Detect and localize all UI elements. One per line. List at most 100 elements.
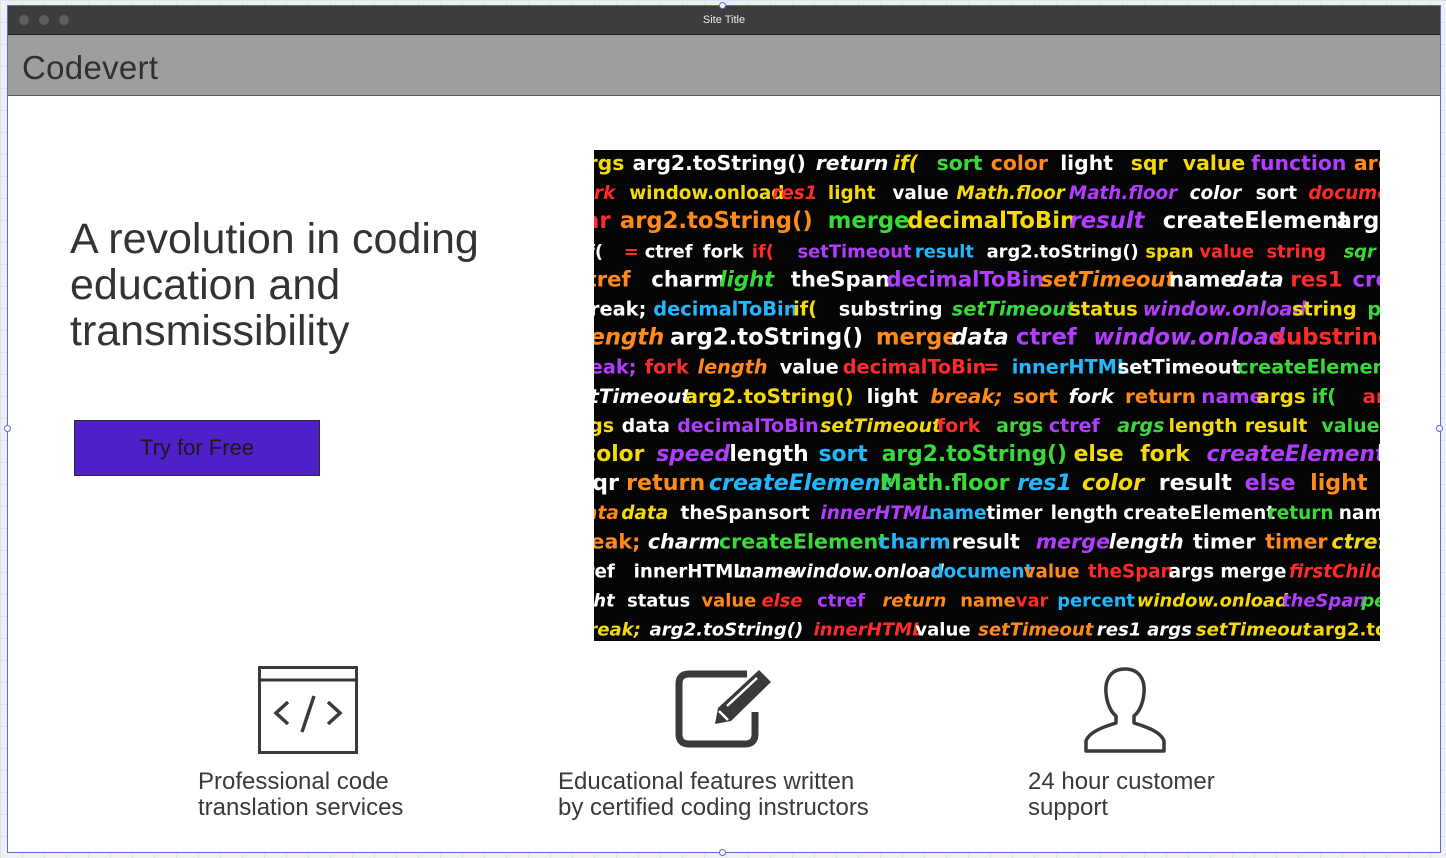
code-token: firstChild [1289, 561, 1380, 582]
code-token: data [951, 325, 1009, 351]
code-token: break; [594, 356, 636, 379]
code-token: substring [1273, 325, 1380, 351]
code-window-icon [258, 666, 358, 759]
code-token: result [915, 241, 974, 262]
code-token: args [996, 415, 1043, 437]
code-token: theSpan [681, 503, 768, 524]
code-token: ctref [817, 591, 865, 612]
code-token: arg2.toString() [670, 325, 863, 351]
code-image-art: args arg2.toString() return if( sort color lig… [594, 151, 1381, 641]
code-token: setTimeout [1196, 620, 1313, 641]
code-token: color [1190, 183, 1243, 204]
code-token: theSpan [791, 266, 890, 291]
code-token: name [929, 503, 986, 524]
code-token: innerHTML [634, 561, 746, 582]
code-token: setTimeout [978, 620, 1095, 641]
site-header: Codevert [8, 35, 1440, 96]
code-token: color [594, 442, 645, 467]
title-bar: Site Title [8, 6, 1440, 35]
code-token: arg2.toString() [1363, 385, 1381, 408]
site-logo[interactable]: Codevert [22, 49, 158, 87]
code-token: var [594, 208, 611, 234]
code-token: parseInt [1367, 298, 1380, 321]
code-token: createElement [1163, 208, 1349, 234]
code-token: name [1201, 385, 1263, 408]
code-token: return [883, 591, 947, 612]
code-token: length [594, 325, 664, 351]
code-token: sort [819, 442, 868, 467]
code-token: value [1199, 241, 1254, 262]
code-token: createElement [1237, 356, 1380, 379]
code-token: if( [1312, 385, 1337, 408]
code-token: Math.floor [880, 470, 1010, 496]
code-token: length [698, 356, 768, 379]
user-person-icon [1083, 666, 1167, 759]
code-token: merge [876, 325, 958, 351]
edit-pencil-icon [675, 668, 775, 755]
code-token: value [702, 591, 757, 612]
code-token: color [991, 151, 1048, 175]
code-token: name [960, 591, 1016, 612]
code-token: fork [594, 183, 617, 204]
code-token: ctref [1049, 415, 1101, 437]
code-token: var [1016, 591, 1049, 612]
resize-handle[interactable] [1436, 425, 1443, 432]
code-token: arg2.toString() [882, 442, 1067, 467]
code-token: return [626, 470, 705, 496]
code-token: window.onload [790, 561, 945, 582]
code-token: res1 [772, 183, 817, 204]
code-token: ctref [1016, 325, 1078, 351]
code-token: break; [594, 529, 640, 553]
code-token: string [1292, 298, 1357, 321]
code-token: theSpan [1282, 591, 1366, 612]
code-token: decimalToBin [843, 356, 987, 379]
code-token: document [931, 561, 1034, 582]
code-token: data [621, 503, 668, 524]
resize-handle[interactable] [719, 849, 726, 856]
code-token: setTimeout [820, 415, 942, 437]
code-token: res1 [1097, 620, 1142, 641]
code-token: status [1069, 298, 1138, 321]
code-token: status [627, 591, 690, 612]
code-token: value [1183, 151, 1245, 175]
code-token: arg2.toString() [620, 208, 813, 234]
code-token: sort [937, 151, 983, 175]
code-token: window.onload [1137, 591, 1288, 612]
code-token: if( [752, 241, 774, 262]
code-token: string [1267, 241, 1327, 262]
code-token: = [983, 356, 999, 379]
code-token: charm [878, 529, 950, 553]
code-token: decimalToBin [907, 208, 1076, 234]
code-token: light [828, 183, 876, 204]
feature-label: 24 hour customer support [1028, 768, 1215, 821]
code-token: window.onload [629, 183, 784, 204]
code-token: color [1082, 470, 1146, 496]
code-token: return [816, 151, 889, 175]
code-token: createElement [709, 470, 893, 496]
code-token: ctref [594, 266, 632, 291]
try-for-free-button[interactable]: Try for Free [74, 420, 320, 476]
code-token: args [1147, 620, 1192, 641]
code-token: value [780, 356, 839, 379]
code-token: createElement [1123, 503, 1275, 524]
code-token: innerHTML [1012, 356, 1129, 379]
code-token: function [1251, 151, 1346, 175]
code-token: arg2.toString() [1354, 151, 1380, 175]
resize-handle[interactable] [719, 2, 726, 9]
code-token: arg2.toString() [1313, 620, 1380, 641]
code-token: timer [986, 503, 1043, 524]
code-token: arg2.toString() [633, 151, 806, 175]
resize-handle[interactable] [4, 425, 11, 432]
code-token: speed [656, 442, 730, 467]
code-token: setTimeout [798, 241, 912, 262]
code-token: arg2.toString() [987, 241, 1139, 262]
code-token: document [1308, 183, 1380, 204]
code-token: sort [768, 503, 810, 524]
code-token: data [1230, 266, 1284, 291]
code-token: sort [1256, 183, 1298, 204]
window-title: Site Title [702, 14, 746, 26]
hero-headline: A revolution in coding education and tra… [70, 215, 479, 355]
code-token: innerHTML [814, 620, 924, 641]
code-token: value [1321, 415, 1379, 437]
code-token: args [594, 151, 624, 175]
